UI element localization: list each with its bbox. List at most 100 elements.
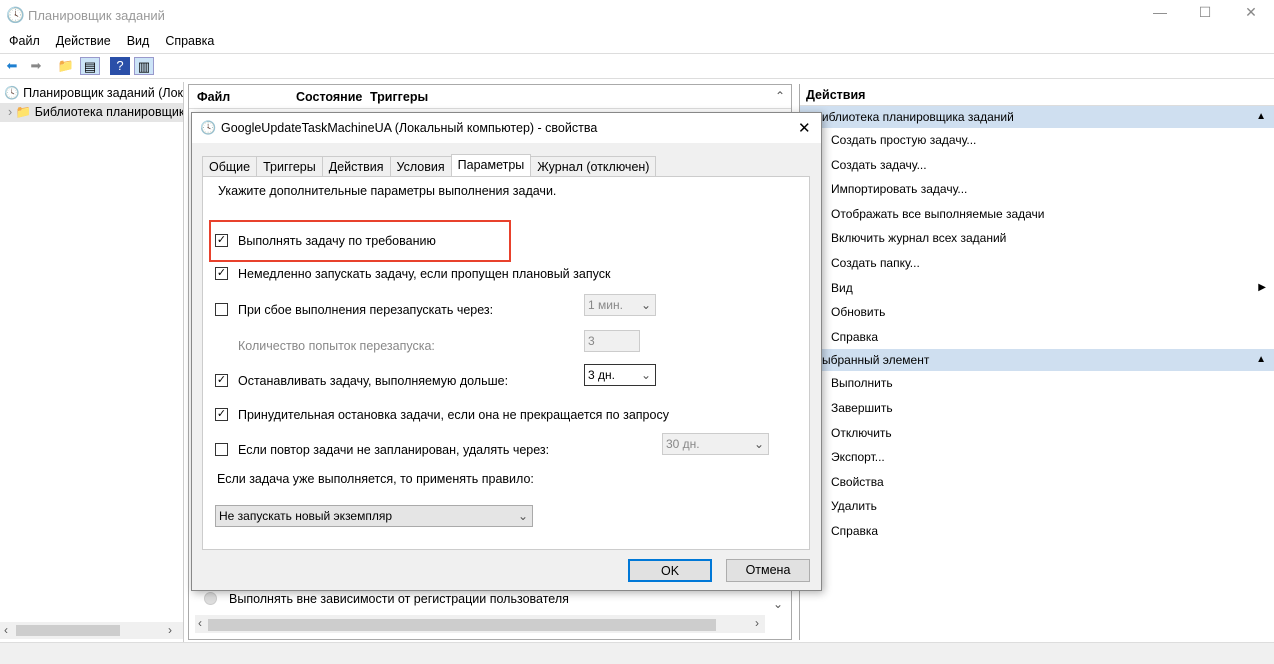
actions-section-selected[interactable]: Выбранный элемент ▲	[800, 349, 1274, 372]
minimize-button[interactable]: —	[1137, 4, 1183, 26]
radio-button[interactable]	[204, 592, 217, 605]
action-view[interactable]: Вид ▶	[800, 276, 1274, 301]
chevron-down-icon: ⌄	[640, 298, 651, 312]
horizontal-scrollbar[interactable]: ‹ ›	[195, 615, 765, 633]
force-stop-label: Принудительная остановка задачи, если он…	[238, 408, 669, 422]
cancel-button[interactable]: Отмена	[726, 559, 810, 582]
action-end[interactable]: Завершить	[800, 396, 1274, 421]
stop-long-task-checkbox[interactable]: ✓	[215, 374, 228, 387]
delete-expired-label: Если повтор задачи не запланирован, удал…	[238, 443, 550, 457]
action-properties[interactable]: Свойства	[800, 470, 1274, 495]
show-tree-icon[interactable]: ▤	[80, 57, 100, 75]
tab-triggers[interactable]: Триггеры	[256, 156, 323, 177]
menu-view[interactable]: Вид	[118, 30, 157, 48]
tab-settings[interactable]: Параметры	[450, 154, 532, 178]
tree-library-label: Библиотека планировщика заданий	[34, 105, 183, 119]
chevron-down-icon: ⌄	[640, 368, 651, 382]
restart-on-failure-checkbox[interactable]	[215, 303, 228, 316]
menu-help[interactable]: Справка	[156, 30, 221, 48]
delete-after-select[interactable]: 30 дн. ⌄	[662, 433, 769, 455]
action-view-label: Вид	[831, 280, 853, 295]
show-actions-icon[interactable]: ▥	[134, 57, 154, 75]
action-delete[interactable]: Удалить	[800, 494, 1274, 519]
rule-select[interactable]: Не запускать новый экземпляр ⌄	[215, 505, 533, 527]
restart-interval-select[interactable]: 1 мин. ⌄	[584, 294, 656, 316]
help-icon[interactable]: ?	[110, 57, 130, 75]
menu-file[interactable]: Файл	[0, 30, 47, 48]
action-disable[interactable]: Отключить	[800, 421, 1274, 446]
stop-after-select[interactable]: 3 дн. ⌄	[584, 364, 656, 386]
tree-root-label: Планировщик заданий (Локальный)	[23, 86, 183, 100]
scroll-thumb[interactable]	[208, 619, 716, 631]
actions-pane: Действия Библиотека планировщика заданий…	[799, 84, 1274, 640]
run-on-demand-checkbox[interactable]: ✓	[215, 234, 228, 247]
chevron-right-icon: ›	[8, 105, 13, 119]
action-export[interactable]: Экспорт...	[800, 445, 1274, 470]
scroll-down-icon[interactable]: ⌄	[773, 597, 783, 611]
retry-count-input[interactable]: 3	[584, 330, 640, 352]
scroll-left-icon[interactable]: ‹	[4, 623, 8, 637]
menu-action[interactable]: Действие	[47, 30, 118, 48]
maximize-button[interactable]: ☐	[1182, 4, 1228, 26]
run-missed-checkbox[interactable]: ✓	[215, 267, 228, 280]
tab-general[interactable]: Общие	[202, 156, 258, 177]
forward-icon[interactable]: ➡	[26, 57, 46, 75]
dialog-close-button[interactable]: ✕	[798, 119, 811, 137]
collapse-icon[interactable]: ▲	[1256, 349, 1266, 371]
rule-label: Если задача уже выполняется, то применят…	[217, 472, 534, 486]
scroll-up-icon[interactable]: ⌃	[775, 89, 785, 103]
action-help-selected[interactable]: Справка	[800, 519, 1274, 544]
column-triggers[interactable]: Триггеры	[370, 90, 428, 104]
actions-section-library[interactable]: Библиотека планировщика заданий ▲	[800, 106, 1274, 128]
back-icon[interactable]: ⬅	[2, 57, 22, 75]
settings-panel: Укажите дополнительные параметры выполне…	[202, 176, 810, 550]
run-on-demand-label: Выполнять задачу по требованию	[238, 234, 436, 248]
chevron-down-icon: ⌄	[517, 509, 528, 523]
action-refresh[interactable]: Обновить	[800, 300, 1274, 325]
folder-icon: 📁	[15, 105, 32, 119]
scroll-thumb[interactable]	[16, 625, 120, 636]
tab-conditions[interactable]: Условия	[389, 156, 452, 177]
menu-bar: Файл Действие Вид Справка	[0, 30, 1274, 52]
tab-actions[interactable]: Действия	[321, 156, 391, 177]
submenu-arrow-icon: ▶	[1258, 281, 1266, 293]
folder-up-icon[interactable]: 📁	[56, 57, 76, 75]
scroll-right-icon[interactable]: ›	[755, 616, 759, 630]
scroll-right-icon[interactable]: ›	[168, 623, 172, 637]
restart-interval-value: 1 мин.	[588, 298, 623, 312]
delete-after-value: 30 дн.	[666, 437, 700, 451]
status-bar	[0, 642, 1274, 664]
retry-count-label: Количество попыток перезапуска:	[238, 339, 435, 353]
actions-header: Действия	[800, 84, 1274, 106]
tab-history[interactable]: Журнал (отключен)	[530, 156, 657, 177]
close-button[interactable]: ✕	[1228, 4, 1274, 26]
intro-text: Укажите дополнительные параметры выполне…	[218, 184, 557, 198]
action-enable-history[interactable]: Включить журнал всех заданий	[800, 226, 1274, 251]
run-missed-label: Немедленно запускать задачу, если пропущ…	[238, 267, 611, 281]
dialog-title-bar: 🕓 GoogleUpdateTaskMachineUA (Локальный к…	[192, 113, 821, 143]
action-create-basic-task[interactable]: Создать простую задачу...	[800, 128, 1274, 153]
tab-bar: Общие Триггеры Действия Условия Параметры Жур…	[202, 154, 657, 178]
force-stop-checkbox[interactable]: ✓	[215, 408, 228, 421]
action-run[interactable]: Выполнить	[800, 371, 1274, 396]
properties-dialog: 🕓 GoogleUpdateTaskMachineUA (Локальный к…	[191, 112, 822, 591]
chevron-down-icon: ⌄	[753, 437, 764, 451]
stop-after-value: 3 дн.	[588, 368, 615, 382]
rule-value: Не запускать новый экземпляр	[219, 509, 393, 523]
collapse-icon[interactable]: ▲	[1256, 106, 1266, 128]
column-state[interactable]: Состояние	[296, 90, 362, 104]
restart-on-failure-label: При сбое выполнения перезапускать через:	[238, 303, 494, 317]
action-help[interactable]: Справка	[800, 325, 1274, 350]
action-create-task[interactable]: Создать задачу...	[800, 153, 1274, 178]
action-import-task[interactable]: Импортировать задачу...	[800, 177, 1274, 202]
delete-expired-checkbox[interactable]	[215, 443, 228, 456]
column-file[interactable]: Файл	[197, 90, 230, 104]
ok-button[interactable]: OK	[628, 559, 712, 582]
scroll-left-icon[interactable]: ‹	[198, 616, 202, 630]
action-show-running[interactable]: Отображать все выполняемые задачи	[800, 202, 1274, 227]
tree-root[interactable]: 🕓 Планировщик заданий (Локальный)	[0, 84, 183, 103]
section-label: Выбранный элемент	[814, 353, 930, 368]
horizontal-scrollbar[interactable]: ‹ ›	[0, 622, 183, 639]
action-new-folder[interactable]: Создать папку...	[800, 251, 1274, 276]
tree-library[interactable]: › 📁 Библиотека планировщика заданий	[0, 103, 183, 122]
